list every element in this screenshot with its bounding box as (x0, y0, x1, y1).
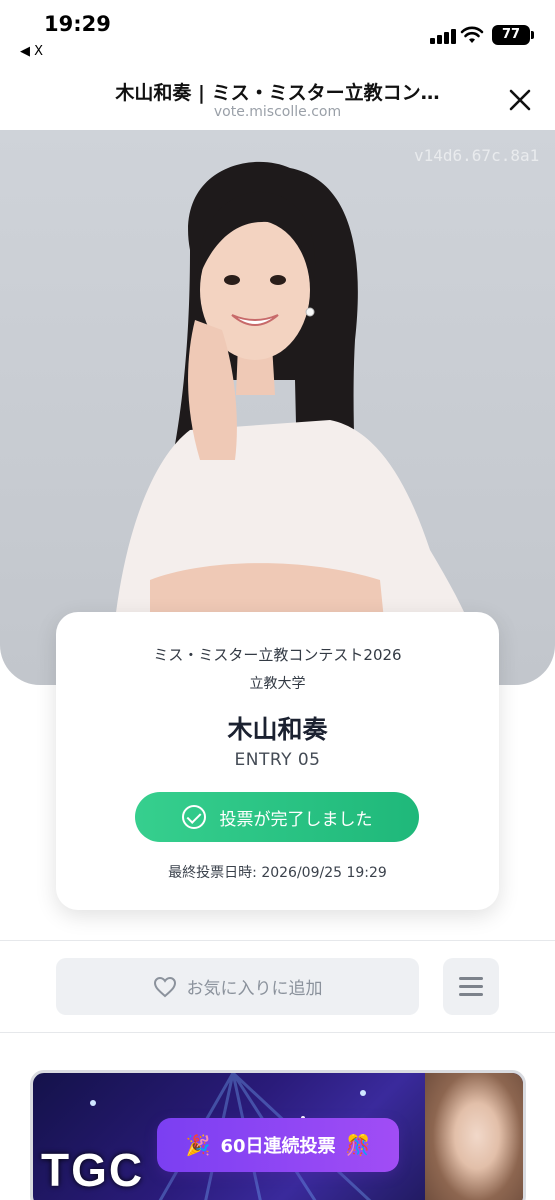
candidate-name: 木山和奏 (227, 715, 328, 744)
streak-label: 60日連続投票 (220, 1136, 336, 1157)
menu-icon (459, 977, 483, 980)
cellular-signal-icon (430, 28, 456, 44)
portrait-illustration (110, 161, 490, 685)
page-url: vote.miscolle.com (213, 104, 342, 120)
heart-icon (153, 976, 176, 997)
status-bar: 19:29 77 (0, 0, 555, 48)
wifi-icon (460, 26, 484, 43)
watermark-top: v14d6.67c.8a1 (414, 146, 540, 165)
banner-logo: TGC (41, 1144, 145, 1196)
close-icon[interactable] (504, 84, 536, 116)
add-favorite-label: お気に入りに追加 (186, 979, 323, 999)
university-name: 立教大学 (249, 676, 306, 692)
browser-header: 木山和奏 | ミス・ミスター立教コン… vote.miscolle.com (0, 66, 555, 130)
add-favorite-button[interactable]: お気に入りに追加 (56, 958, 419, 1015)
candidate-info-card: ミス・ミスター立教コンテスト2026 立教大学 木山和奏 ENTRY 05 投票… (56, 612, 499, 910)
celebration-icon: 🎊 (345, 1133, 371, 1157)
page-title: 木山和奏 | ミス・ミスター立教コン… (115, 82, 440, 104)
profile-photo: v14d6.67c.8a1 v14d6.67c.8a1 (0, 130, 555, 685)
vote-complete-label: 投票が完了しました (219, 809, 373, 830)
contest-name: ミス・ミスター立教コンテスト2026 (153, 646, 402, 664)
menu-icon-line (459, 993, 483, 996)
streak-badge[interactable]: 🎉 60日連続投票 🎊 (157, 1118, 399, 1172)
divider-top (0, 940, 555, 941)
entry-number: ENTRY 05 (234, 750, 321, 770)
clock: 19:29 (44, 12, 111, 36)
back-to-app-link[interactable]: ◀ X (20, 44, 43, 59)
banner-portrait (425, 1073, 523, 1200)
last-vote-timestamp: 最終投票日時: 2026/09/25 19:29 (168, 865, 387, 881)
party-popper-icon: 🎉 (185, 1133, 211, 1157)
divider-bottom (0, 1032, 555, 1033)
battery-tip (531, 31, 534, 39)
vote-complete-button[interactable]: 投票が完了しました (135, 792, 419, 842)
check-circle-icon (181, 805, 206, 829)
menu-button[interactable] (443, 958, 499, 1015)
menu-icon-line (459, 985, 483, 988)
battery-icon: 77 (492, 25, 530, 45)
